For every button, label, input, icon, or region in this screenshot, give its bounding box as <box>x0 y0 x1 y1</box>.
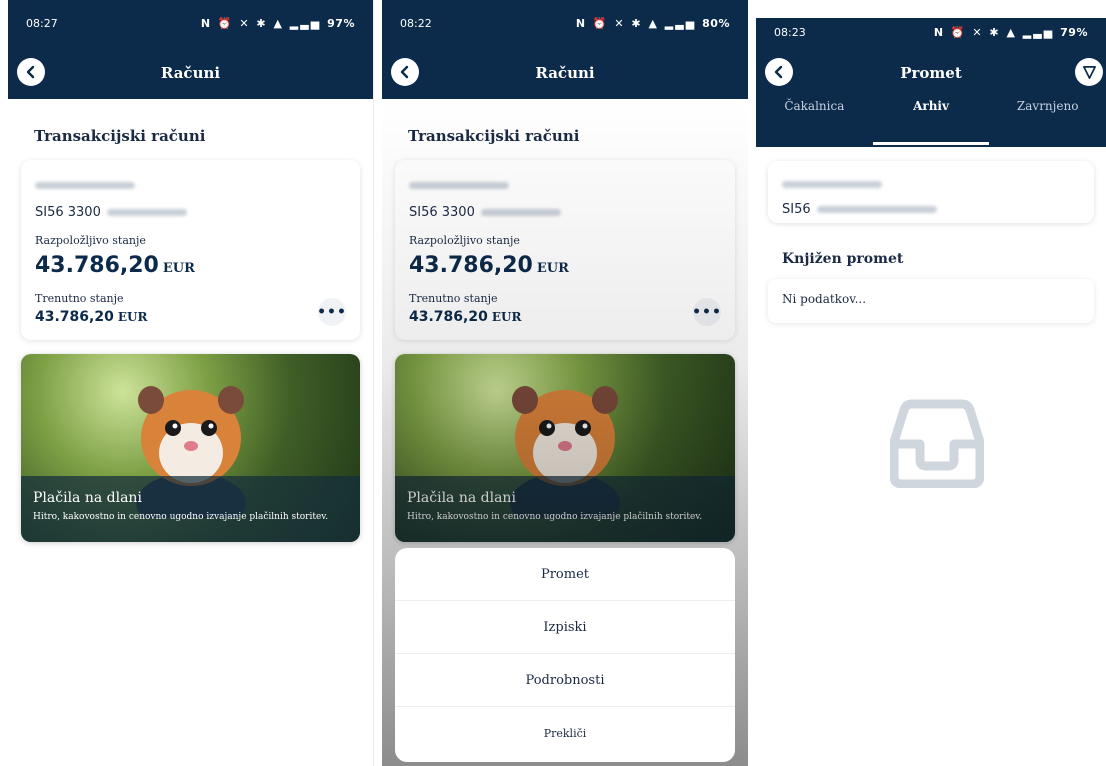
page-title: Računi <box>535 63 595 82</box>
status-bar: 08:22 N ⏰ ✕ ✱ ▲ ▂▃▅ 80% <box>382 0 748 46</box>
available-balance: 43.786,20 EUR <box>35 253 195 278</box>
back-button[interactable] <box>391 58 419 86</box>
page-title: Računi <box>160 63 221 82</box>
app-header: Promet <box>756 46 1106 99</box>
screen-accounts-menu: 08:22 N ⏰ ✕ ✱ ▲ ▂▃▅ 80% Računi Transakci… <box>382 0 748 766</box>
iban-blurred <box>816 206 937 213</box>
iban-blurred <box>106 209 187 216</box>
account-card: SI56 <box>768 161 1094 223</box>
back-button[interactable] <box>765 58 793 86</box>
tab-cakalnica[interactable]: Čakalnica <box>756 95 873 147</box>
status-time: 08:22 <box>400 16 432 30</box>
status-bar: 08:27 N ⏰ ✕ ✱ ▲ ▂▃▅ 97% <box>8 0 373 46</box>
app-header: Računi <box>8 46 373 99</box>
more-dots-icon: ••• <box>317 304 347 320</box>
current-label: Trenutno stanje <box>409 292 498 305</box>
account-holder-blurred <box>35 182 135 189</box>
promo-subtitle: Hitro, kakovostno in cenovno ugodno izva… <box>407 512 703 522</box>
section-title: Transakcijski računi <box>34 127 206 145</box>
chevron-left-icon <box>400 65 409 79</box>
status-icons: N ⏰ ✕ ✱ ▲ ▂▃▅ <box>933 25 1055 39</box>
more-options-button[interactable]: ••• <box>317 298 347 326</box>
tab-bar: Čakalnica Arhiv Zavrnjeno <box>756 95 1106 147</box>
filter-icon <box>1082 65 1096 79</box>
battery-level: 97% <box>327 16 355 30</box>
more-dots-icon: ••• <box>692 304 722 320</box>
action-izpiski[interactable]: Izpiski <box>395 601 735 654</box>
back-button[interactable] <box>17 58 45 86</box>
promo-subtitle: Hitro, kakovostno in cenovno ugodno izva… <box>33 512 329 522</box>
current-balance: 43.786,20 EUR <box>35 309 148 325</box>
status-time: 08:23 <box>774 25 806 39</box>
current-label: Trenutno stanje <box>35 292 124 305</box>
available-label: Razpoložljivo stanje <box>35 234 146 247</box>
battery-level: 80% <box>702 16 730 30</box>
status-icons: N ⏰ ✕ ✱ ▲ ▂▃▅ <box>200 16 322 30</box>
account-iban: SI56 <box>782 202 1080 217</box>
account-card[interactable]: SI56 3300 Razpoložljivo stanje 43.786,20… <box>395 160 735 340</box>
tab-arhiv[interactable]: Arhiv <box>872 95 990 147</box>
more-options-button[interactable]: ••• <box>692 298 722 326</box>
promo-banner[interactable]: Plačila na dlani Hitro, kakovostno in ce… <box>395 354 735 542</box>
tab-zavrnjeno[interactable]: Zavrnjeno <box>989 95 1106 147</box>
iban-blurred <box>480 209 561 216</box>
chevron-left-icon <box>774 65 783 79</box>
account-holder-blurred <box>782 181 882 188</box>
available-balance: 43.786,20 EUR <box>409 253 569 278</box>
empty-message: Ni podatkov... <box>768 279 1094 323</box>
battery-level: 79% <box>1060 25 1088 39</box>
section-title: Knjižen promet <box>782 251 904 267</box>
screen-transactions: 08:23 N ⏰ ✕ ✱ ▲ ▂▃▅ 79% Promet Čakalnica… <box>756 0 1106 766</box>
page-title: Promet <box>900 63 962 82</box>
action-sheet: Promet Izpiski Podrobnosti Prekliči <box>395 548 735 762</box>
current-balance: 43.786,20 EUR <box>409 309 522 325</box>
section-title: Transakcijski računi <box>408 127 580 145</box>
account-iban: SI56 3300 <box>35 205 346 220</box>
status-bar: 08:23 N ⏰ ✕ ✱ ▲ ▂▃▅ 79% <box>756 18 1106 46</box>
promo-title: Plačila na dlani <box>407 490 516 506</box>
account-card[interactable]: SI56 3300 Razpoložljivo stanje 43.786,20… <box>21 160 360 340</box>
promo-banner[interactable]: Plačila na dlani Hitro, kakovostno in ce… <box>21 354 360 542</box>
status-time: 08:27 <box>26 16 58 30</box>
account-iban: SI56 3300 <box>409 205 721 220</box>
action-podrobnosti[interactable]: Podrobnosti <box>395 654 735 707</box>
status-icons: N ⏰ ✕ ✱ ▲ ▂▃▅ <box>575 16 697 30</box>
available-label: Razpoložljivo stanje <box>409 234 520 247</box>
filter-button[interactable] <box>1075 58 1103 86</box>
action-promet[interactable]: Promet <box>395 548 735 601</box>
chevron-left-icon <box>26 65 35 79</box>
screen-accounts: 08:27 N ⏰ ✕ ✱ ▲ ▂▃▅ 97% Računi Transakci… <box>8 0 374 766</box>
empty-inbox-icon <box>890 399 984 488</box>
account-holder-blurred <box>409 182 509 189</box>
cancel-button[interactable]: Prekliči <box>395 707 735 760</box>
promo-title: Plačila na dlani <box>33 490 142 506</box>
app-header: Računi <box>382 46 748 99</box>
